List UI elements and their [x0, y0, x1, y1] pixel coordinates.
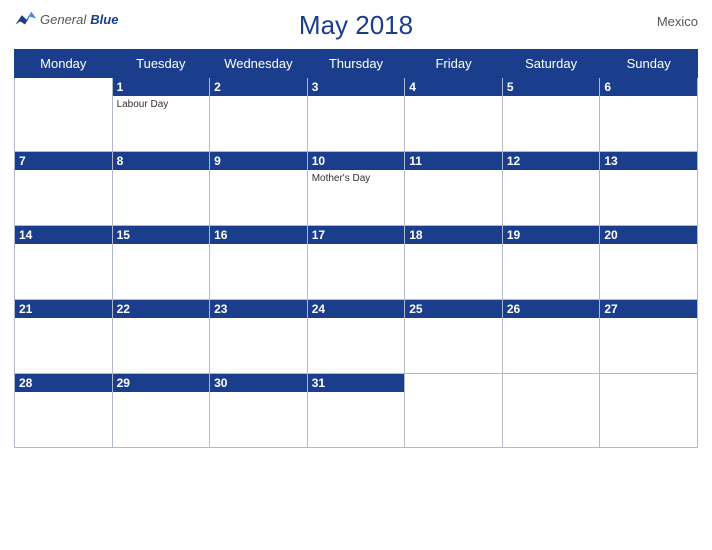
logo-general-text: General	[40, 12, 86, 27]
day-number: 2	[210, 78, 307, 96]
calendar-cell: 12	[502, 152, 600, 226]
day-number: 28	[15, 374, 112, 392]
day-number: 19	[503, 226, 600, 244]
day-number: 31	[308, 374, 405, 392]
weekday-header-tuesday: Tuesday	[112, 50, 210, 78]
country-label: Mexico	[657, 14, 698, 29]
calendar-cell: 24	[307, 300, 405, 374]
logo-area: General Blue	[14, 10, 118, 28]
calendar-cell: 26	[502, 300, 600, 374]
calendar-container: General Blue May 2018 Mexico MondayTuesd…	[0, 0, 712, 550]
day-number: 17	[308, 226, 405, 244]
calendar-title: May 2018	[299, 10, 413, 41]
weekday-header-monday: Monday	[15, 50, 113, 78]
day-number: 23	[210, 300, 307, 318]
day-number: 13	[600, 152, 697, 170]
calendar-cell: 8	[112, 152, 210, 226]
calendar-cell: 13	[600, 152, 698, 226]
calendar-cell: 10 Mother's Day	[307, 152, 405, 226]
day-number: 25	[405, 300, 502, 318]
calendar-week-row: 21222324252627	[15, 300, 698, 374]
calendar-cell: 21	[15, 300, 113, 374]
day-number: 11	[405, 152, 502, 170]
day-number: 18	[405, 226, 502, 244]
calendar-cell: 25	[405, 300, 503, 374]
logo-bird-icon	[14, 10, 36, 28]
calendar-cell: 15	[112, 226, 210, 300]
calendar-week-row: 28293031	[15, 374, 698, 448]
calendar-cell: 4	[405, 78, 503, 152]
calendar-cell: 29	[112, 374, 210, 448]
calendar-cell: 22	[112, 300, 210, 374]
calendar-cell	[15, 78, 113, 152]
day-number: 27	[600, 300, 697, 318]
calendar-week-row: 1 Labour Day 23456	[15, 78, 698, 152]
calendar-cell: 18	[405, 226, 503, 300]
weekday-header-friday: Friday	[405, 50, 503, 78]
day-number: 20	[600, 226, 697, 244]
calendar-cell: 7	[15, 152, 113, 226]
calendar-cell: 28	[15, 374, 113, 448]
calendar-cell: 9	[210, 152, 308, 226]
day-number: 12	[503, 152, 600, 170]
calendar-cell: 2	[210, 78, 308, 152]
weekday-header-thursday: Thursday	[307, 50, 405, 78]
day-number: 15	[113, 226, 210, 244]
calendar-cell: 27	[600, 300, 698, 374]
calendar-cell: 31	[307, 374, 405, 448]
day-number: 1	[113, 78, 210, 96]
weekday-header-wednesday: Wednesday	[210, 50, 308, 78]
calendar-cell: 6	[600, 78, 698, 152]
calendar-cell: 3	[307, 78, 405, 152]
day-number: 14	[15, 226, 112, 244]
day-number: 7	[15, 152, 112, 170]
calendar-week-row: 14151617181920	[15, 226, 698, 300]
calendar-cell: 11	[405, 152, 503, 226]
calendar-table: MondayTuesdayWednesdayThursdayFridaySatu…	[14, 49, 698, 448]
calendar-cell	[600, 374, 698, 448]
day-number: 9	[210, 152, 307, 170]
day-number: 16	[210, 226, 307, 244]
day-number: 8	[113, 152, 210, 170]
calendar-cell: 17	[307, 226, 405, 300]
calendar-cell: 19	[502, 226, 600, 300]
calendar-week-row: 78910 Mother's Day 111213	[15, 152, 698, 226]
day-number: 24	[308, 300, 405, 318]
calendar-cell	[405, 374, 503, 448]
calendar-cell: 23	[210, 300, 308, 374]
calendar-header: General Blue May 2018 Mexico	[14, 10, 698, 41]
calendar-cell: 14	[15, 226, 113, 300]
calendar-cell	[502, 374, 600, 448]
day-number: 3	[308, 78, 405, 96]
weekday-header-row: MondayTuesdayWednesdayThursdayFridaySatu…	[15, 50, 698, 78]
day-number: 21	[15, 300, 112, 318]
calendar-cell: 30	[210, 374, 308, 448]
day-number: 6	[600, 78, 697, 96]
calendar-cell: 1 Labour Day	[112, 78, 210, 152]
day-event: Labour Day	[117, 99, 206, 110]
logo-blue-text: Blue	[90, 12, 118, 27]
day-number: 4	[405, 78, 502, 96]
day-number: 22	[113, 300, 210, 318]
weekday-header-saturday: Saturday	[502, 50, 600, 78]
day-event: Mother's Day	[312, 173, 401, 184]
day-number: 30	[210, 374, 307, 392]
day-number: 5	[503, 78, 600, 96]
day-number: 29	[113, 374, 210, 392]
day-number: 10	[308, 152, 405, 170]
calendar-cell: 16	[210, 226, 308, 300]
weekday-header-sunday: Sunday	[600, 50, 698, 78]
day-number: 26	[503, 300, 600, 318]
calendar-cell: 20	[600, 226, 698, 300]
calendar-cell: 5	[502, 78, 600, 152]
